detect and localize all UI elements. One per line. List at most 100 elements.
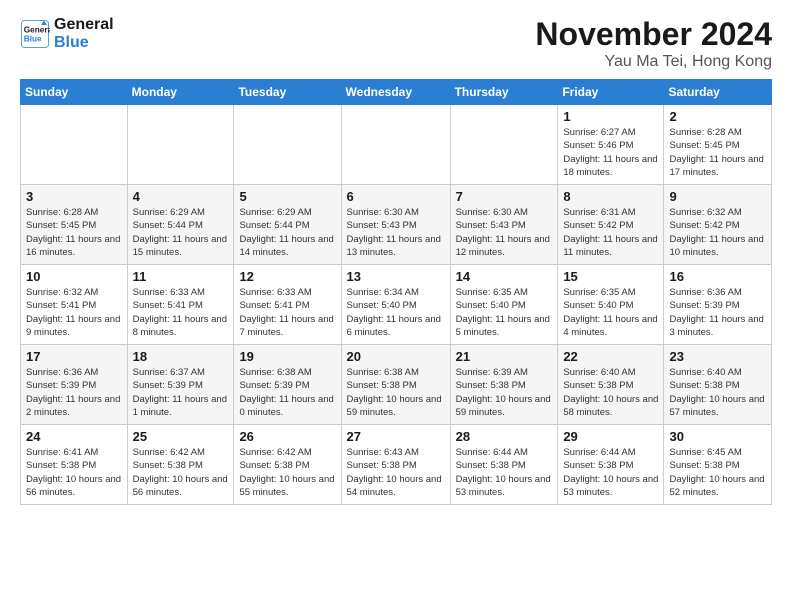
week-row-1: 3 Sunrise: 6:28 AMSunset: 5:45 PMDaylight… <box>21 185 772 265</box>
day-info: Sunrise: 6:35 AMSunset: 5:40 PMDaylight:… <box>456 286 553 339</box>
day-number: 5 <box>239 189 335 204</box>
day-number: 28 <box>456 429 553 444</box>
calendar-cell: 13 Sunrise: 6:34 AMSunset: 5:40 PMDayligh… <box>341 265 450 345</box>
day-info: Sunrise: 6:34 AMSunset: 5:40 PMDaylight:… <box>347 286 445 339</box>
day-info: Sunrise: 6:41 AMSunset: 5:38 PMDaylight:… <box>26 446 122 499</box>
calendar-cell <box>127 105 234 185</box>
day-number: 9 <box>669 189 766 204</box>
logo-blue: Blue <box>54 34 114 52</box>
calendar-cell: 2Sunrise: 6:28 AMSunset: 5:45 PMDaylight… <box>664 105 772 185</box>
day-info: Sunrise: 6:38 AMSunset: 5:39 PMDaylight:… <box>239 366 335 419</box>
day-info: Sunrise: 6:27 AMSunset: 5:46 PMDaylight:… <box>563 126 658 179</box>
day-info: Sunrise: 6:43 AMSunset: 5:38 PMDaylight:… <box>347 446 445 499</box>
calendar-cell: 16 Sunrise: 6:36 AMSunset: 5:39 PMDayligh… <box>664 265 772 345</box>
day-number: 25 <box>133 429 229 444</box>
day-number: 19 <box>239 349 335 364</box>
week-row-2: 10 Sunrise: 6:32 AMSunset: 5:41 PMDayligh… <box>21 265 772 345</box>
calendar-cell: 21Sunrise: 6:39 AMSunset: 5:38 PMDayligh… <box>450 345 558 425</box>
day-number: 22 <box>563 349 658 364</box>
calendar-cell: 17 Sunrise: 6:36 AMSunset: 5:39 PMDayligh… <box>21 345 128 425</box>
page: General Blue General Blue November 2024 … <box>0 0 792 612</box>
calendar-table: SundayMondayTuesdayWednesdayThursdayFrid… <box>20 79 772 505</box>
day-number: 17 <box>26 349 122 364</box>
title-block: November 2024 Yau Ma Tei, Hong Kong <box>535 16 772 71</box>
week-row-0: 1 Sunrise: 6:27 AMSunset: 5:46 PMDaylight… <box>21 105 772 185</box>
calendar-cell: 9 Sunrise: 6:32 AMSunset: 5:42 PMDaylight… <box>664 185 772 265</box>
day-info: Sunrise: 6:42 AMSunset: 5:38 PMDaylight:… <box>239 446 335 499</box>
week-row-3: 17 Sunrise: 6:36 AMSunset: 5:39 PMDayligh… <box>21 345 772 425</box>
weekday-header-saturday: Saturday <box>664 80 772 105</box>
day-number: 6 <box>347 189 445 204</box>
calendar-cell: 1 Sunrise: 6:27 AMSunset: 5:46 PMDaylight… <box>558 105 664 185</box>
day-info: Sunrise: 6:32 AMSunset: 5:42 PMDaylight:… <box>669 206 766 259</box>
day-number: 16 <box>669 269 766 284</box>
location: Yau Ma Tei, Hong Kong <box>535 53 772 71</box>
day-info: Sunrise: 6:37 AMSunset: 5:39 PMDaylight:… <box>133 366 229 419</box>
calendar-cell: 23Sunrise: 6:40 AMSunset: 5:38 PMDayligh… <box>664 345 772 425</box>
day-number: 7 <box>456 189 553 204</box>
day-info: Sunrise: 6:44 AMSunset: 5:38 PMDaylight:… <box>456 446 553 499</box>
day-number: 13 <box>347 269 445 284</box>
day-number: 2 <box>669 109 766 124</box>
day-number: 1 <box>563 109 658 124</box>
calendar-cell: 30Sunrise: 6:45 AMSunset: 5:38 PMDayligh… <box>664 425 772 505</box>
day-info: Sunrise: 6:30 AMSunset: 5:43 PMDaylight:… <box>347 206 445 259</box>
day-number: 20 <box>347 349 445 364</box>
calendar-cell: 6 Sunrise: 6:30 AMSunset: 5:43 PMDaylight… <box>341 185 450 265</box>
day-info: Sunrise: 6:29 AMSunset: 5:44 PMDaylight:… <box>133 206 229 259</box>
logo-icon: General Blue <box>20 19 50 49</box>
calendar-cell: 20Sunrise: 6:38 AMSunset: 5:38 PMDayligh… <box>341 345 450 425</box>
calendar-cell: 12Sunrise: 6:33 AMSunset: 5:41 PMDayligh… <box>234 265 341 345</box>
day-info: Sunrise: 6:32 AMSunset: 5:41 PMDaylight:… <box>26 286 122 339</box>
calendar-cell: 8 Sunrise: 6:31 AMSunset: 5:42 PMDaylight… <box>558 185 664 265</box>
logo-wordmark: General Blue <box>54 16 114 51</box>
calendar-cell <box>234 105 341 185</box>
day-info: Sunrise: 6:36 AMSunset: 5:39 PMDaylight:… <box>669 286 766 339</box>
calendar-cell: 27 Sunrise: 6:43 AMSunset: 5:38 PMDayligh… <box>341 425 450 505</box>
day-number: 18 <box>133 349 229 364</box>
day-number: 27 <box>347 429 445 444</box>
day-number: 14 <box>456 269 553 284</box>
header: General Blue General Blue November 2024 … <box>20 16 772 71</box>
calendar-cell: 7 Sunrise: 6:30 AMSunset: 5:43 PMDaylight… <box>450 185 558 265</box>
calendar-cell: 10 Sunrise: 6:32 AMSunset: 5:41 PMDayligh… <box>21 265 128 345</box>
day-info: Sunrise: 6:33 AMSunset: 5:41 PMDaylight:… <box>239 286 335 339</box>
calendar-cell: 11Sunrise: 6:33 AMSunset: 5:41 PMDayligh… <box>127 265 234 345</box>
day-number: 4 <box>133 189 229 204</box>
weekday-header-sunday: Sunday <box>21 80 128 105</box>
svg-text:General: General <box>24 25 50 34</box>
day-info: Sunrise: 6:36 AMSunset: 5:39 PMDaylight:… <box>26 366 122 419</box>
day-info: Sunrise: 6:44 AMSunset: 5:38 PMDaylight:… <box>563 446 658 499</box>
weekday-header-monday: Monday <box>127 80 234 105</box>
day-info: Sunrise: 6:39 AMSunset: 5:38 PMDaylight:… <box>456 366 553 419</box>
day-number: 26 <box>239 429 335 444</box>
calendar-cell: 19 Sunrise: 6:38 AMSunset: 5:39 PMDayligh… <box>234 345 341 425</box>
day-number: 24 <box>26 429 122 444</box>
day-info: Sunrise: 6:30 AMSunset: 5:43 PMDaylight:… <box>456 206 553 259</box>
day-number: 8 <box>563 189 658 204</box>
weekday-header-tuesday: Tuesday <box>234 80 341 105</box>
week-row-4: 24 Sunrise: 6:41 AMSunset: 5:38 PMDayligh… <box>21 425 772 505</box>
calendar-cell: 25Sunrise: 6:42 AMSunset: 5:38 PMDayligh… <box>127 425 234 505</box>
calendar-cell: 29 Sunrise: 6:44 AMSunset: 5:38 PMDayligh… <box>558 425 664 505</box>
weekday-header-friday: Friday <box>558 80 664 105</box>
svg-text:Blue: Blue <box>24 34 42 43</box>
day-number: 30 <box>669 429 766 444</box>
weekday-header-wednesday: Wednesday <box>341 80 450 105</box>
day-info: Sunrise: 6:28 AMSunset: 5:45 PMDaylight:… <box>26 206 122 259</box>
day-info: Sunrise: 6:29 AMSunset: 5:44 PMDaylight:… <box>239 206 335 259</box>
month-title: November 2024 <box>535 16 772 53</box>
day-number: 3 <box>26 189 122 204</box>
calendar-cell: 28 Sunrise: 6:44 AMSunset: 5:38 PMDayligh… <box>450 425 558 505</box>
calendar-cell: 18 Sunrise: 6:37 AMSunset: 5:39 PMDayligh… <box>127 345 234 425</box>
calendar-cell: 22Sunrise: 6:40 AMSunset: 5:38 PMDayligh… <box>558 345 664 425</box>
day-number: 29 <box>563 429 658 444</box>
logo: General Blue General Blue <box>20 16 114 51</box>
day-number: 11 <box>133 269 229 284</box>
calendar-cell: 24 Sunrise: 6:41 AMSunset: 5:38 PMDayligh… <box>21 425 128 505</box>
calendar-cell: 15Sunrise: 6:35 AMSunset: 5:40 PMDayligh… <box>558 265 664 345</box>
day-number: 10 <box>26 269 122 284</box>
day-info: Sunrise: 6:31 AMSunset: 5:42 PMDaylight:… <box>563 206 658 259</box>
calendar-header-row: SundayMondayTuesdayWednesdayThursdayFrid… <box>21 80 772 105</box>
calendar-cell: 4 Sunrise: 6:29 AMSunset: 5:44 PMDaylight… <box>127 185 234 265</box>
